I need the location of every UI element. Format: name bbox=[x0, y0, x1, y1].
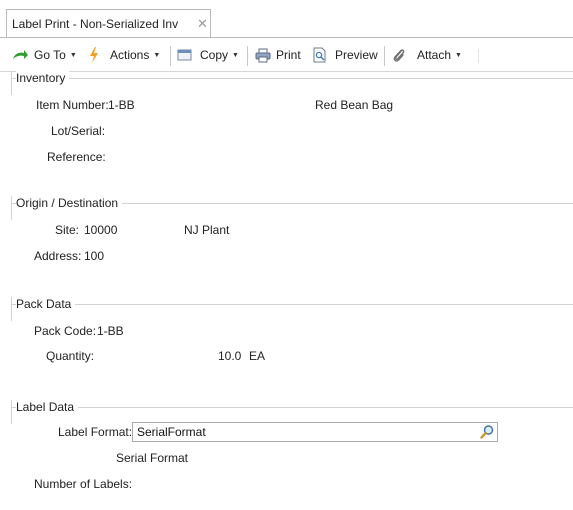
section-frame bbox=[11, 196, 12, 220]
preview-label: Preview bbox=[335, 48, 378, 62]
copy-icon bbox=[177, 49, 192, 61]
print-button[interactable]: Print bbox=[255, 38, 301, 72]
section-divider bbox=[11, 407, 573, 408]
section-title-inventory: Inventory bbox=[16, 71, 70, 85]
tab-strip: Label Print - Non-Serialized Inv ✕ bbox=[0, 0, 573, 38]
actions-icon bbox=[90, 47, 98, 63]
section-divider bbox=[11, 78, 573, 79]
label-format-description: Serial Format bbox=[116, 451, 189, 465]
actions-label: Actions bbox=[110, 48, 150, 62]
attach-icon bbox=[393, 49, 405, 62]
chevron-down-icon: ▼ bbox=[232, 51, 239, 59]
close-icon[interactable]: ✕ bbox=[197, 16, 208, 32]
toolbar: Go To ▼ Actions ▼ Copy ▼ Print Preview A… bbox=[0, 37, 573, 72]
print-label: Print bbox=[276, 48, 301, 62]
copy-label: Copy bbox=[200, 48, 229, 62]
copy-button[interactable]: Copy ▼ bbox=[177, 38, 239, 72]
pack-code-label: Pack Code: bbox=[34, 324, 97, 338]
label-format-value: SerialFormat bbox=[137, 425, 206, 439]
toolbar-divider bbox=[247, 46, 248, 66]
preview-button[interactable]: Preview bbox=[312, 38, 378, 72]
quantity-label: Quantity: bbox=[46, 349, 95, 363]
section-title-origin: Origin / Destination bbox=[16, 196, 123, 210]
section-frame bbox=[11, 297, 12, 321]
print-icon bbox=[255, 48, 271, 62]
attach-label: Attach bbox=[417, 48, 452, 62]
lot-serial-label: Lot/Serial: bbox=[51, 124, 106, 138]
attach-button[interactable]: Attach ▼ bbox=[392, 38, 462, 72]
site-name: NJ Plant bbox=[184, 223, 230, 237]
chevron-down-icon: ▼ bbox=[69, 51, 77, 59]
address-label: Address: bbox=[34, 249, 82, 263]
site-value: 10000 bbox=[84, 223, 118, 237]
section-divider bbox=[11, 304, 573, 305]
goto-icon bbox=[13, 50, 28, 59]
section-frame bbox=[11, 400, 12, 424]
label-format-field[interactable]: SerialFormat bbox=[132, 422, 498, 442]
reference-label: Reference: bbox=[47, 150, 106, 164]
tab-label-print[interactable]: Label Print - Non-Serialized Inv ✕ bbox=[6, 9, 211, 37]
tab-title: Label Print - Non-Serialized Inv bbox=[12, 17, 179, 31]
actions-button[interactable]: Actions ▼ bbox=[89, 38, 160, 72]
section-title-pack: Pack Data bbox=[16, 297, 76, 311]
quantity-uom: EA bbox=[249, 349, 266, 363]
address-value: 100 bbox=[84, 249, 105, 263]
section-frame bbox=[11, 71, 12, 95]
preview-icon bbox=[313, 47, 326, 63]
pack-code-value: 1-BB bbox=[97, 324, 124, 338]
item-number-value: 1-BB bbox=[108, 98, 135, 112]
quantity-value: 10.0 bbox=[218, 349, 242, 363]
item-number-label: Item Number: bbox=[36, 98, 109, 112]
item-description: Red Bean Bag bbox=[315, 98, 394, 112]
number-of-labels-label: Number of Labels: bbox=[34, 477, 133, 491]
chevron-down-icon: ▼ bbox=[455, 51, 462, 59]
site-label: Site: bbox=[55, 223, 80, 237]
label-format-label: Label Format: bbox=[58, 425, 133, 439]
section-title-label-data: Label Data bbox=[16, 400, 79, 414]
goto-label: Go To bbox=[34, 48, 66, 62]
search-icon[interactable] bbox=[479, 424, 495, 443]
toolbar-divider bbox=[478, 49, 479, 63]
chevron-down-icon: ▼ bbox=[153, 51, 161, 59]
goto-button[interactable]: Go To ▼ bbox=[12, 38, 77, 72]
toolbar-divider bbox=[384, 46, 385, 66]
toolbar-divider bbox=[170, 46, 171, 66]
